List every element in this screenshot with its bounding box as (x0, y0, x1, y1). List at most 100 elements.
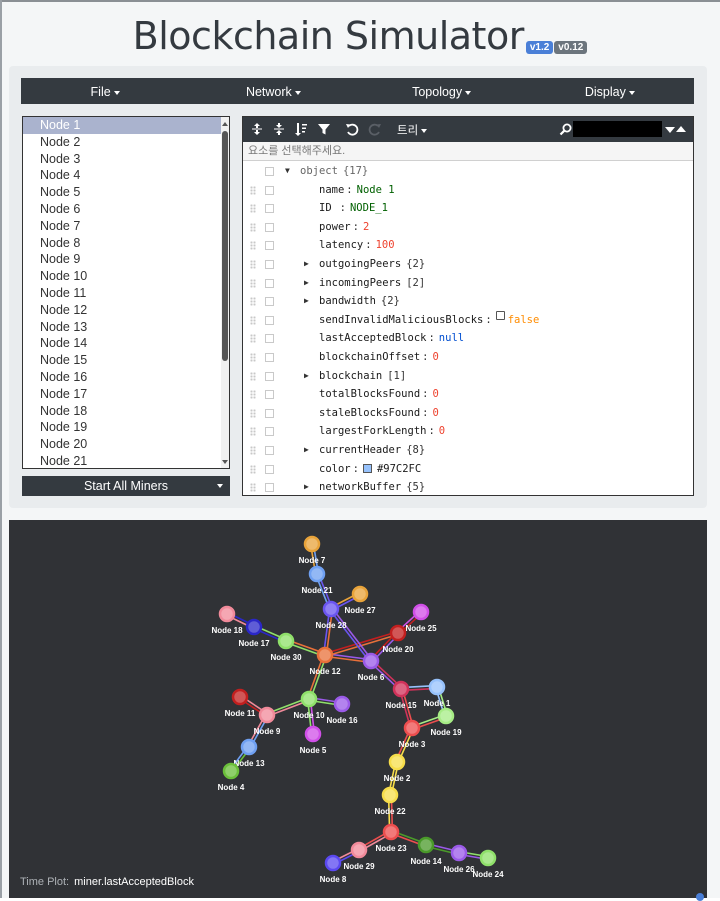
field-value[interactable]: null (439, 332, 464, 344)
node-list-item[interactable]: Node 12 (23, 302, 221, 319)
field-key[interactable]: latency (319, 239, 363, 251)
expand-triangle-icon[interactable]: ▶ (304, 274, 309, 293)
node-list-item[interactable]: Node 7 (23, 218, 221, 235)
network-node-circle[interactable] (245, 618, 263, 636)
field-value[interactable]: #97C2FC (377, 463, 421, 475)
node-list-item[interactable]: Node 8 (23, 235, 221, 252)
row-select-checkbox[interactable] (265, 297, 274, 307)
row-select-checkbox[interactable] (265, 185, 274, 195)
row-select-checkbox[interactable] (265, 483, 274, 493)
drag-handle-icon[interactable] (250, 241, 256, 251)
network-node-circle[interactable] (222, 762, 240, 780)
undo-icon[interactable] (344, 122, 360, 138)
network-node[interactable]: Node 13 (233, 738, 265, 768)
network-node-circle[interactable] (231, 688, 249, 706)
drag-handle-icon[interactable] (250, 390, 256, 400)
menu-file[interactable]: File (21, 78, 189, 104)
row-select-checkbox[interactable] (265, 408, 274, 418)
row-select-checkbox[interactable] (265, 315, 274, 325)
drag-handle-icon[interactable] (250, 204, 256, 214)
field-key[interactable]: color (319, 463, 351, 475)
menu-display[interactable]: Display (526, 78, 694, 104)
mode-select[interactable]: 트리 (397, 122, 428, 138)
search-next-result-icon[interactable] (665, 127, 675, 133)
network-node-circle[interactable] (381, 786, 399, 804)
network-node-circle[interactable] (389, 624, 407, 642)
time-plot-value[interactable]: miner.lastAcceptedBlock (74, 876, 194, 888)
tree-row[interactable]: ▶ outgoingPeers {2} (243, 255, 693, 274)
tree-row[interactable]: ▼ object {17} (243, 162, 693, 181)
resize-handle[interactable] (696, 893, 704, 901)
row-select-checkbox[interactable] (265, 259, 274, 269)
field-value[interactable]: {2} (406, 258, 425, 270)
boolean-checkbox[interactable] (495, 310, 505, 320)
network-node-circle[interactable] (308, 565, 326, 583)
node-list-item[interactable]: Node 19 (23, 419, 221, 436)
search-input[interactable] (573, 121, 662, 137)
node-list-item[interactable]: Node 17 (23, 386, 221, 403)
row-select-checkbox[interactable] (265, 352, 274, 362)
field-value[interactable]: {8} (406, 444, 425, 456)
drag-handle-icon[interactable] (250, 185, 256, 195)
field-key[interactable]: staleBlocksFound (319, 407, 420, 419)
network-node-circle[interactable] (258, 706, 276, 724)
node-list-item[interactable]: Node 21 (23, 453, 221, 468)
network-node[interactable]: Node 11 (225, 688, 256, 718)
node-list-item[interactable]: Node 5 (23, 184, 221, 201)
network-node-circle[interactable] (240, 738, 258, 756)
field-value[interactable]: 0 (432, 407, 438, 419)
list-scrollbar[interactable] (221, 117, 229, 468)
field-key[interactable]: blockchain (319, 370, 382, 382)
row-select-checkbox[interactable] (265, 371, 274, 381)
tree-row[interactable]: totalBlocksFound:0 (243, 385, 693, 404)
tree-row[interactable]: power:2 (243, 218, 693, 237)
tree-row[interactable]: latency:100 (243, 236, 693, 255)
network-node[interactable]: Node 22 (374, 786, 406, 816)
menu-network[interactable]: Network (189, 78, 357, 104)
node-list-item[interactable]: Node 15 (23, 352, 221, 369)
network-node-circle[interactable] (324, 854, 342, 872)
tree-row[interactable]: ID: NODE_1 (243, 199, 693, 218)
field-value[interactable]: {5} (406, 481, 425, 493)
node-list-item[interactable]: Node 6 (23, 201, 221, 218)
filter-icon[interactable] (316, 122, 332, 138)
tree-row[interactable]: ▶ currentHeader {8} (243, 441, 693, 460)
caret-down-icon[interactable] (217, 484, 223, 488)
field-value[interactable]: 0 (439, 425, 445, 437)
field-value[interactable]: NODE_1 (350, 202, 388, 214)
network-node-circle[interactable] (351, 585, 369, 603)
sort-icon[interactable] (293, 122, 309, 138)
search-previous-result-icon[interactable] (676, 126, 686, 132)
drag-handle-icon[interactable] (250, 483, 256, 493)
network-node-circle[interactable] (333, 695, 351, 713)
scroll-up-icon[interactable] (222, 122, 228, 126)
node-list-item[interactable]: Node 1 (23, 117, 221, 134)
row-select-checkbox[interactable] (265, 445, 274, 455)
row-select-checkbox[interactable] (265, 278, 274, 288)
node-list-item[interactable]: Node 9 (23, 251, 221, 268)
field-key[interactable]: outgoingPeers (319, 258, 401, 270)
field-key[interactable]: bandwidth (319, 295, 376, 307)
node-list-item[interactable]: Node 11 (23, 285, 221, 302)
row-select-checkbox[interactable] (265, 241, 274, 251)
drag-handle-icon[interactable] (250, 315, 256, 325)
network-node-circle[interactable] (350, 841, 368, 859)
start-all-miners-button[interactable]: Start All Miners (22, 476, 230, 496)
node-list-item[interactable]: Node 20 (23, 436, 221, 453)
network-node[interactable]: Node 26 (443, 844, 475, 874)
field-value[interactable]: 0 (432, 351, 438, 363)
network-node-circle[interactable] (479, 849, 497, 867)
node-list-item[interactable]: Node 16 (23, 369, 221, 386)
network-node[interactable]: Node 10 (293, 690, 325, 720)
network-node-circle[interactable] (304, 725, 322, 743)
network-node-circle[interactable] (303, 535, 321, 553)
field-key[interactable]: name (319, 184, 344, 196)
network-node[interactable]: Node 28 (315, 600, 347, 630)
tree-row[interactable]: blockchainOffset:0 (243, 348, 693, 367)
field-key[interactable]: currentHeader (319, 444, 401, 456)
drag-handle-icon[interactable] (250, 259, 256, 269)
network-node-circle[interactable] (417, 836, 435, 854)
node-list-item[interactable]: Node 13 (23, 319, 221, 336)
tree-row[interactable]: ▶ incomingPeers [2] (243, 274, 693, 293)
field-key[interactable]: ID (319, 202, 332, 214)
